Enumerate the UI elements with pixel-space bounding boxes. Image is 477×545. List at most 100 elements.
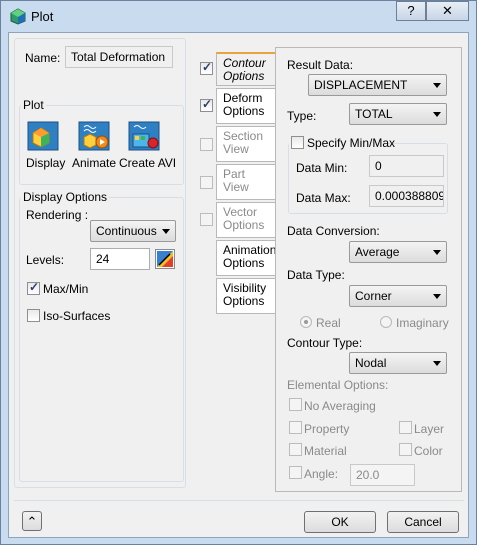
tab-partview-checkbox[interactable]	[200, 176, 213, 189]
rendering-label: Rendering :	[26, 208, 89, 222]
create-avi-icon	[128, 121, 160, 151]
isosurfaces-checkbox[interactable]	[27, 309, 40, 322]
title-bar[interactable]: Plot ? ✕	[1, 1, 476, 32]
contour-type-value: Nodal	[355, 356, 387, 370]
data-conversion-label: Data Conversion:	[287, 224, 380, 238]
type-label: Type:	[287, 109, 317, 123]
layer-checkbox[interactable]	[399, 421, 412, 434]
data-conversion-value: Average	[355, 245, 400, 259]
angle-label: Angle:	[304, 467, 339, 481]
tab-contour-checkbox[interactable]	[200, 60, 213, 75]
animate-icon	[78, 121, 110, 151]
color-map-button[interactable]	[155, 249, 175, 269]
name-field[interactable]: Total Deformation	[65, 46, 173, 68]
result-data-value: DISPLACEMENT	[314, 78, 408, 92]
data-type-select[interactable]: Corner	[349, 285, 447, 307]
elemental-options-label: Elemental Options:	[287, 378, 389, 392]
animate-button[interactable]	[78, 121, 110, 151]
tab-vector-options[interactable]: Vector Options	[216, 202, 276, 238]
create-avi-label: Create AVI	[119, 156, 177, 170]
tab-deform-options[interactable]: Deform Options	[216, 88, 276, 124]
tab-animation-options[interactable]: Animation Options	[216, 240, 276, 276]
levels-label: Levels:	[26, 253, 65, 267]
result-data-label: Result Data:	[287, 58, 354, 72]
imaginary-radio[interactable]	[380, 316, 392, 328]
tab-partview-line1: Part View	[223, 167, 249, 194]
data-min-field[interactable]: 0	[369, 155, 444, 177]
isosurfaces-label: Iso-Surfaces	[43, 309, 111, 323]
contour-type-select[interactable]: Nodal	[349, 352, 447, 374]
data-min-label: Data Min:	[296, 161, 348, 175]
display-icon	[27, 121, 59, 151]
close-icon: ✕	[442, 3, 453, 18]
angle-field[interactable]: 20.0	[350, 464, 415, 486]
chevron-down-icon	[433, 294, 441, 299]
ok-button[interactable]: OK	[304, 511, 376, 533]
color-checkbox[interactable]	[399, 443, 412, 456]
collapse-button[interactable]: ⌃	[22, 511, 42, 531]
layer-label: Layer	[414, 422, 445, 436]
help-button[interactable]: ?	[396, 1, 426, 21]
cancel-label: Cancel	[404, 515, 442, 529]
type-select[interactable]: TOTAL	[349, 103, 447, 125]
tab-deform-checkbox[interactable]	[200, 97, 213, 112]
data-type-value: Corner	[355, 289, 392, 303]
real-label: Real	[316, 316, 341, 330]
tab-contour-options[interactable]: Contour Options	[216, 52, 276, 86]
display-label: Display	[26, 156, 66, 170]
help-icon: ?	[407, 3, 415, 18]
plot-dialog: Plot ? ✕ Name: Total Deformation Plot Di…	[0, 0, 477, 545]
material-label: Material	[304, 444, 347, 458]
real-radio[interactable]	[300, 316, 312, 328]
result-data-select[interactable]: DISPLACEMENT	[308, 74, 447, 96]
maxmin-checkbox[interactable]	[27, 280, 40, 295]
tab-vector-line2: Options	[223, 218, 265, 232]
no-averaging-label: No Averaging	[304, 399, 376, 413]
color-map-icon	[157, 251, 173, 267]
chevron-down-icon	[433, 83, 441, 88]
animate-label: Animate	[72, 156, 117, 170]
tab-section-checkbox[interactable]	[200, 138, 213, 151]
display-button[interactable]	[27, 121, 59, 151]
property-checkbox[interactable]	[289, 421, 302, 434]
no-averaging-checkbox[interactable]	[289, 398, 302, 411]
specify-minmax-checkbox[interactable]	[291, 136, 304, 149]
levels-field[interactable]: 24	[90, 248, 150, 270]
close-button[interactable]: ✕	[426, 1, 469, 21]
data-conversion-select[interactable]: Average	[349, 241, 447, 263]
tab-visibility-options[interactable]: Visibility Options	[216, 278, 276, 314]
window-title: Plot	[31, 9, 54, 24]
imaginary-label: Imaginary	[396, 316, 449, 330]
tab-visibility-line2: Options	[223, 294, 265, 308]
chevron-down-icon	[433, 250, 441, 255]
tab-section-line2: View	[223, 142, 249, 156]
data-type-label: Data Type:	[287, 268, 345, 282]
plot-app-icon	[10, 8, 26, 25]
data-max-field[interactable]: 0.000388809	[369, 185, 444, 207]
data-max-label: Data Max:	[296, 191, 351, 205]
double-chevron-up-icon: ⌃	[26, 514, 38, 529]
tab-vector-checkbox[interactable]	[200, 213, 213, 226]
material-checkbox[interactable]	[289, 443, 302, 456]
chevron-down-icon	[433, 361, 441, 366]
angle-checkbox[interactable]	[289, 466, 302, 479]
tab-deform-line2: Options	[223, 104, 265, 118]
dialog-body: Name: Total Deformation Plot Display Ani…	[8, 32, 469, 538]
color-label: Color	[414, 444, 443, 458]
tab-section-view[interactable]: Section View	[216, 126, 276, 162]
rendering-select[interactable]: Continuous	[90, 220, 176, 242]
specify-minmax-label: Specify Min/Max	[307, 136, 396, 150]
cancel-button[interactable]: Cancel	[387, 511, 459, 533]
tab-animation-line2: Options	[223, 256, 265, 270]
tab-part-view[interactable]: Part View	[216, 164, 276, 200]
property-label: Property	[304, 422, 350, 436]
create-avi-button[interactable]	[128, 121, 160, 151]
tab-contour-line2: Options	[223, 69, 265, 83]
contour-type-label: Contour Type:	[287, 336, 363, 350]
chevron-down-icon	[433, 112, 441, 117]
ok-label: OK	[331, 515, 349, 529]
display-options-label: Display Options	[21, 190, 110, 204]
footer-divider	[14, 500, 464, 501]
name-label: Name:	[25, 51, 61, 65]
type-value: TOTAL	[355, 107, 393, 121]
